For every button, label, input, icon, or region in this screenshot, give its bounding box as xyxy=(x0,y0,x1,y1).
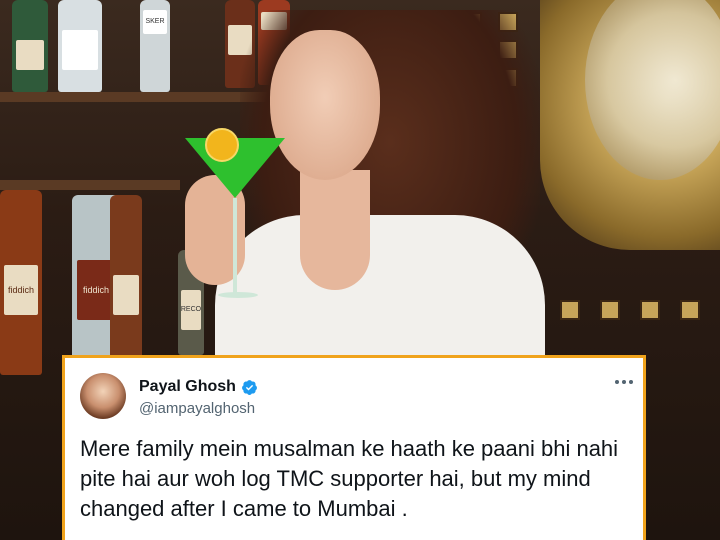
bar-shelf xyxy=(0,180,180,190)
bottle-label: RECO xyxy=(180,290,202,330)
decor-tile xyxy=(640,300,660,320)
bottle xyxy=(110,195,142,360)
tweet-text: Mere family mein musalman ke haath ke pa… xyxy=(80,436,619,521)
face xyxy=(270,30,380,180)
tweet-card: Payal Ghosh @iampayalghosh Mere family m… xyxy=(62,355,646,540)
bottle-label: SKER xyxy=(143,10,167,34)
glass-stem xyxy=(233,198,237,293)
avatar[interactable] xyxy=(80,373,126,419)
verified-badge-icon xyxy=(241,379,257,395)
bottle xyxy=(58,0,102,92)
decor-tile xyxy=(680,300,700,320)
more-horizontal-icon[interactable] xyxy=(615,380,633,384)
lemon-slice xyxy=(205,128,239,162)
author-handle[interactable]: @iampayalghosh xyxy=(139,400,255,417)
bottle: SKER xyxy=(140,0,170,92)
author-name[interactable]: Payal Ghosh xyxy=(139,378,236,396)
decor-tile xyxy=(560,300,580,320)
neck xyxy=(300,170,370,290)
decor-tile xyxy=(600,300,620,320)
white-shirt xyxy=(215,215,545,375)
bottle-label: fiddich xyxy=(4,265,38,315)
glass-base xyxy=(218,292,258,298)
author-row: Payal Ghosh xyxy=(139,378,258,396)
bottle xyxy=(12,0,48,92)
bottle: fiddich xyxy=(0,190,42,375)
